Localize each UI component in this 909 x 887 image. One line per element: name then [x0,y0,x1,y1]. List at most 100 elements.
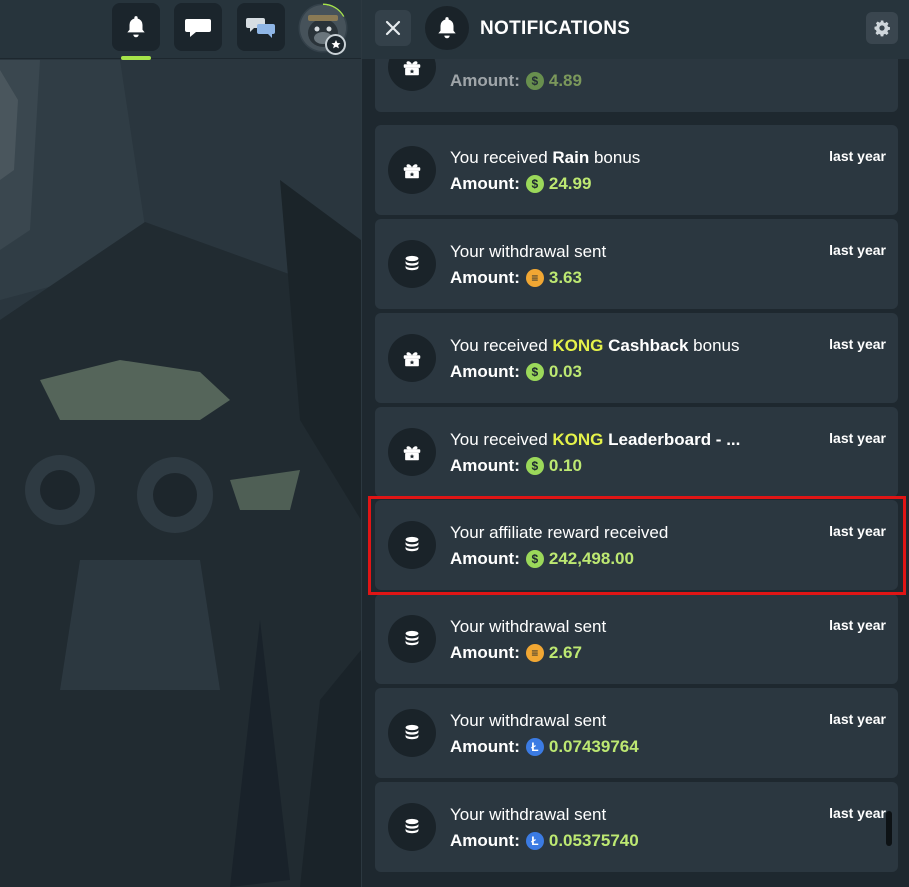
amount-label: Amount: [450,831,520,850]
notification-title: Your withdrawal sent [450,805,770,825]
amount-value: 0.03 [548,362,582,381]
notification-title-part: You received [450,336,553,355]
amount-label: Amount: [450,362,520,381]
notifications-list[interactable]: Amount: $4.89 You received Rain bonus last … [375,59,898,887]
notification-card[interactable]: Your withdrawal sent last year Amount: Ł 0.0… [375,688,898,778]
amount-row: Amount: $24.99 [450,174,591,194]
notification-icon-circle [388,428,436,476]
notification-title-part: Your withdrawal sent [450,617,607,636]
coins-icon [405,536,419,552]
messages-nav-button[interactable] [237,3,285,51]
notification-icon-circle [388,240,436,288]
settings-button[interactable] [866,12,898,44]
chat-bubble-icon [185,19,211,37]
notification-title: Your withdrawal sent [450,617,770,637]
amount-row: Amount: Ł 0.05375740 [450,831,639,851]
notification-title: You received Rain bonus [450,148,770,168]
notification-card[interactable]: You received Rain bonus last year Amount: $… [375,125,898,215]
amount-row: Amount: $4.89 [450,71,582,91]
notifications-nav-button[interactable] [112,3,160,51]
notification-card[interactable]: You received KONG Leaderboard - ... last … [375,407,898,497]
notification-title-part: Your affiliate reward received [450,523,669,542]
notification-icon-circle [388,521,436,569]
coins-icon [405,818,419,834]
notification-timestamp: last year [829,711,886,727]
amount-label: Amount: [450,737,520,756]
notification-timestamp: last year [829,523,886,539]
notification-card[interactable]: You received KONG Cashback bonus last yea… [375,313,898,403]
amount-value: 3.63 [548,268,582,287]
notification-icon-circle [388,709,436,757]
bell-icon [127,16,145,38]
close-button[interactable] [375,10,411,46]
amount-row: Amount: $242,498.00 [450,549,634,569]
panel-title: NOTIFICATIONS [480,18,631,39]
notifications-panel: NOTIFICATIONS Amount: $4.89 You received R… [361,0,909,887]
gift-icon [403,352,421,367]
amount-value: 2.67 [548,643,582,662]
notification-icon-circle [388,146,436,194]
notification-title-part: bonus [688,336,740,355]
close-icon [385,20,401,36]
amount-label: Amount: [450,268,520,287]
scrollbar-thumb[interactable] [886,811,892,846]
notification-title: Your affiliate reward received [450,523,770,543]
messages-icon [246,18,275,38]
notification-title-part: Leaderboard - ... [603,430,741,449]
bell-icon [438,17,456,39]
notification-timestamp: last year [829,336,886,352]
amount-label: Amount: [450,456,520,475]
amount-value: 4.89 [548,71,582,90]
notification-card[interactable]: Amount: $4.89 [375,59,898,112]
notification-title-part: You received [450,430,553,449]
notification-timestamp: last year [829,617,886,633]
usd-coin-icon: $ [525,363,544,381]
gold-coin-icon: ≡ [525,269,544,287]
vip-badge [325,34,346,55]
notification-title-part: Your withdrawal sent [450,805,607,824]
ltc-coin-icon: Ł [525,738,544,756]
notification-title-part: Rain [552,148,590,167]
notification-title-part: Cashback [603,336,689,355]
amount-value: 24.99 [548,174,592,193]
active-tab-indicator [121,56,151,60]
notification-timestamp: last year [829,805,886,821]
notification-card[interactable]: Your withdrawal sent last year Amount: ≡ 2.6… [375,594,898,684]
coins-icon [405,255,419,271]
ltc-coin-icon: Ł [525,832,544,850]
gold-coin-icon: ≡ [525,644,544,662]
notification-title: You received KONG Leaderboard - ... [450,430,770,450]
panel-header: NOTIFICATIONS [362,0,909,59]
notification-title-part: KONG [552,336,604,355]
notification-icon-circle [388,334,436,382]
notification-icon-circle [388,803,436,851]
amount-value: 0.05375740 [548,831,639,850]
amount-label: Amount: [450,549,520,568]
gift-icon [403,61,421,76]
usd-coin-icon: $ [525,457,544,475]
amount-row: Amount: ≡ 2.67 [450,643,582,663]
chat-nav-button[interactable] [174,3,222,51]
notification-icon-circle [388,615,436,663]
amount-row: Amount: $0.10 [450,456,582,476]
top-nav-bar [0,0,361,60]
notification-card[interactable]: Your withdrawal sent last year Amount: ≡ 3.6… [375,219,898,309]
notification-card[interactable]: Your withdrawal sent last year Amount: Ł 0.0… [375,782,898,872]
amount-value: 0.10 [548,456,582,475]
notification-title-part: bonus [589,148,641,167]
usd-coin-icon: $ [525,550,544,568]
jungle-illustration [0,0,361,887]
gift-icon [403,446,421,461]
notification-title-part: Your withdrawal sent [450,711,607,730]
amount-label: Amount: [450,643,520,662]
amount-row: Amount: $0.03 [450,362,582,382]
amount-value: 0.07439764 [548,737,639,756]
gift-icon [403,164,421,179]
notification-title-part: You received [450,148,553,167]
notification-card[interactable]: Your affiliate reward received last year A… [375,500,898,590]
header-bell [425,6,469,50]
amount-label: Amount: [450,174,520,193]
notification-icon-circle [388,59,436,91]
notification-timestamp: last year [829,242,886,258]
notification-title: Your withdrawal sent [450,242,770,262]
